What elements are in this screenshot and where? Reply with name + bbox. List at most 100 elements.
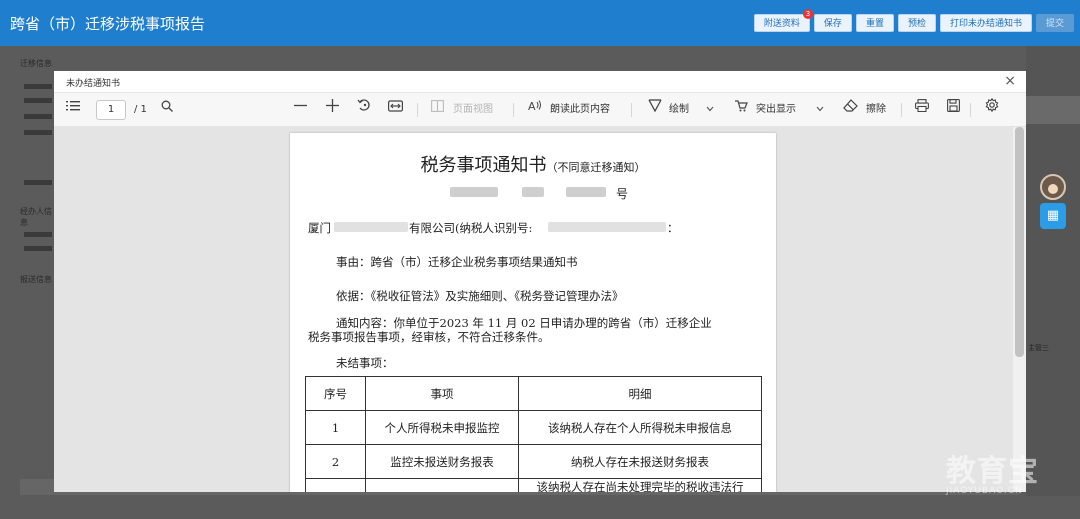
redacted-taxpayer-id: [548, 222, 666, 232]
eraser-icon: [843, 93, 858, 127]
redacted-company: [334, 222, 408, 232]
table-header-cell: 明细: [518, 376, 762, 411]
form-field: [24, 98, 52, 103]
panel-band: [1026, 96, 1080, 124]
table-cell: 监控未报送财务报表: [365, 444, 519, 479]
reset-button[interactable]: 重置: [855, 14, 894, 32]
background-side-text: 主管三: [1028, 344, 1049, 352]
document-title: 税务事项通知书（不同意迁移通知）: [290, 151, 776, 177]
pdf-scrollbar[interactable]: [1013, 127, 1026, 492]
read-aloud-icon: A: [528, 93, 542, 127]
pending-items-table: 序号 事项 明细 1 个人所得税未申报监控 该纳税人存在个人所得税未申报信息 2…: [305, 376, 762, 492]
page-view-icon: [431, 93, 444, 127]
table-cell: [305, 478, 366, 492]
toolbar-divider: [417, 103, 418, 117]
submit-button[interactable]: 提交: [1035, 14, 1074, 32]
section-submission-info: 报送信息: [20, 275, 52, 284]
precheck-button[interactable]: 预检: [897, 14, 936, 32]
save-icon[interactable]: [947, 93, 960, 127]
brand-watermark: 教育宝 JIAOYUBAO.CN: [946, 446, 1039, 496]
zoom-out-icon[interactable]: [294, 93, 307, 127]
table-cell: 该纳税人存在个人所得税未申报信息: [518, 410, 762, 445]
page-number-input[interactable]: 1: [96, 100, 126, 120]
form-field: [24, 84, 52, 89]
avatar-face: [1048, 184, 1058, 194]
attachment-count-badge: 3: [802, 9, 813, 19]
addressee-mid: 有限公司(纳税人识别号:: [409, 221, 533, 235]
zoom-in-icon[interactable]: [326, 93, 339, 127]
form-field: [24, 180, 52, 185]
modal-header: 未办结通知书 ×: [54, 71, 1026, 93]
header-actions: 附送资料 3 保存 重置 预检 打印未办结通知书 提交: [753, 9, 1074, 32]
document-title-note: （不同意迁移通知）: [546, 161, 646, 174]
svg-text:A: A: [528, 100, 536, 112]
form-field: [24, 246, 52, 251]
print-icon[interactable]: [915, 93, 929, 127]
erase-button[interactable]: 擦除: [866, 93, 886, 127]
highlight-button[interactable]: 突出显示: [756, 93, 796, 127]
pdf-document-area[interactable]: 税务事项通知书（不同意迁移通知） 号 厦门 有限公司(纳税人识别号: ： 事由：…: [54, 127, 1026, 492]
read-aloud-button[interactable]: 朗读此页内容: [550, 93, 610, 127]
table-cell: [365, 478, 519, 492]
notice-modal: 未办结通知书 × 1 / 1 页面视图 A 朗读此页内容 绘制 突出显示 擦除 …: [54, 71, 1026, 492]
page-total: / 1: [134, 104, 147, 115]
redacted-number: [482, 187, 498, 197]
scrollbar-thumb[interactable]: [1015, 127, 1024, 357]
save-button[interactable]: 保存: [813, 14, 852, 32]
pending-items-label: 未结事项：: [336, 356, 394, 370]
modal-title: 未办结通知书: [66, 79, 121, 89]
pdf-page: 税务事项通知书（不同意迁移通知） 号 厦门 有限公司(纳税人识别号: ： 事由：…: [290, 133, 776, 492]
form-field: [24, 232, 52, 237]
table-cell: 该纳税人存在尚未处理完毕的税收违法行: [518, 478, 762, 492]
section-migration-info: 迁移信息: [20, 59, 52, 68]
highlight-icon: [734, 93, 748, 127]
background-right-panel: 主管三: [1026, 46, 1080, 496]
form-field: [24, 130, 52, 135]
page-title: 跨省（市）迁移涉税事项报告: [10, 15, 206, 33]
section-agent-info: 经办人信息: [20, 207, 52, 227]
document-basis: 依据：《税收征管法》及实施细则、《税务登记管理办法》: [336, 289, 624, 303]
toolbar-divider: [513, 103, 514, 117]
attach-documents-label: 附送资料: [763, 19, 800, 29]
table-cell: 1: [305, 410, 366, 445]
page-view-button[interactable]: 页面视图: [453, 93, 493, 127]
toolbar-divider: [901, 103, 902, 117]
close-icon[interactable]: ×: [1004, 73, 1016, 89]
draw-button[interactable]: 绘制: [669, 93, 689, 127]
attach-documents-button[interactable]: 附送资料 3: [753, 9, 813, 32]
print-notice-button[interactable]: 打印未办结通知书: [939, 14, 1032, 32]
table-header-row: 序号 事项 明细: [305, 376, 762, 411]
draw-chevron-down-icon[interactable]: [706, 93, 714, 127]
app-header: 跨省（市）迁移涉税事项报告 附送资料 3 保存 重置 预检 打印未办结通知书 提…: [0, 0, 1080, 46]
background-form-fields: 迁移信息 经办人信息 报送信息: [14, 46, 54, 496]
table-header-cell: 序号: [305, 376, 366, 411]
table-row: 1 个人所得税未申报监控 该纳税人存在个人所得税未申报信息: [305, 410, 762, 445]
document-title-main: 税务事项通知书: [420, 155, 547, 176]
highlight-chevron-down-icon[interactable]: [816, 93, 824, 127]
pdf-toolbar: 1 / 1 页面视图 A 朗读此页内容 绘制 突出显示 擦除: [54, 93, 1026, 127]
document-number-suffix: 号: [616, 187, 629, 201]
table-row: 该纳税人存在尚未处理完毕的税收违法行: [305, 478, 762, 492]
settings-gear-icon[interactable]: [985, 93, 999, 127]
table-of-contents-icon[interactable]: [66, 93, 80, 127]
table-cell: 个人所得税未申报监控: [365, 410, 519, 445]
redacted-number: [522, 187, 544, 197]
toolbar-divider: [970, 103, 971, 117]
table-cell: 纳税人存在未报送财务报表: [518, 444, 762, 479]
document-reason: 事由：跨省（市）迁移企业税务事项结果通知书: [336, 255, 578, 269]
fit-width-icon[interactable]: [388, 93, 404, 127]
form-field: [24, 114, 52, 119]
table-cell: 2: [305, 444, 366, 479]
search-icon[interactable]: [161, 93, 173, 127]
table-header-cell: 事项: [365, 376, 519, 411]
toolbar-divider: [631, 103, 632, 117]
side-tool-icon[interactable]: ▦: [1040, 203, 1066, 229]
addressee-end: ：: [667, 221, 679, 235]
watermark-brand: 教育宝: [946, 454, 1039, 489]
document-content-line2: 税务事项报告事项，经审核，不符合迁移条件。: [308, 330, 550, 344]
draw-icon: [648, 93, 662, 127]
assistant-avatar-icon[interactable]: [1040, 174, 1066, 200]
table-row: 2 监控未报送财务报表 纳税人存在未报送财务报表: [305, 444, 762, 479]
addressee-prefix: 厦门: [308, 221, 331, 235]
rotate-icon[interactable]: [357, 93, 371, 127]
